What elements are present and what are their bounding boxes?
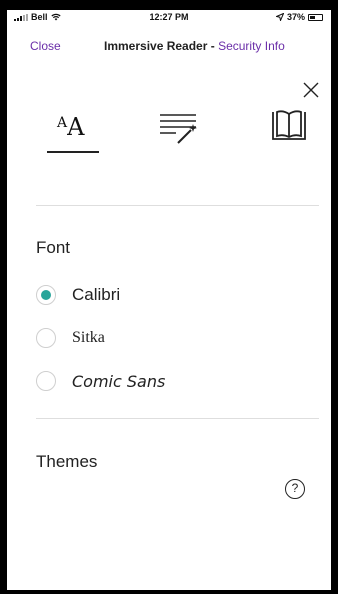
radio-button[interactable] — [36, 328, 56, 348]
status-bar: Bell 12:27 PM 37% — [7, 10, 331, 28]
tab-text-preferences[interactable]: AA — [47, 107, 99, 153]
tab-grammar-options[interactable] — [158, 110, 200, 146]
font-option-label: Sitka — [72, 329, 105, 346]
radio-button-selected[interactable] — [36, 285, 56, 305]
book-icon — [272, 110, 306, 140]
tab-reading-preferences[interactable] — [269, 108, 309, 146]
device-frame: Bell 12:27 PM 37% Close Immersive Reader… — [0, 0, 338, 594]
font-option-calibri[interactable]: Calibri — [36, 282, 120, 308]
font-option-comic-sans[interactable]: Comic Sans — [36, 368, 165, 394]
radio-button[interactable] — [36, 371, 56, 391]
help-icon[interactable]: ? — [285, 479, 305, 499]
tab-selected-indicator — [47, 151, 99, 153]
close-icon[interactable] — [301, 80, 321, 100]
grammar-wand-icon — [160, 114, 197, 144]
location-arrow-icon — [275, 13, 284, 21]
themes-section-title: Themes — [36, 452, 98, 471]
font-option-sitka[interactable]: Sitka — [36, 325, 105, 351]
title-text: Immersive Reader - — [104, 39, 215, 53]
battery-icon — [308, 13, 323, 21]
divider — [36, 418, 319, 419]
close-button[interactable]: Close — [30, 39, 61, 53]
font-section-title: Font — [36, 238, 71, 257]
font-option-label: Calibri — [72, 285, 121, 304]
divider — [36, 205, 319, 206]
title-accent: Security Info — [218, 39, 285, 53]
page-title: Immersive Reader - Security Info — [104, 39, 285, 53]
battery-percent: 37% — [286, 12, 305, 22]
font-option-label: Comic Sans — [72, 371, 166, 391]
status-right: 37% — [275, 12, 323, 22]
text-size-icon: AA — [57, 113, 85, 141]
nav-bar: Close Immersive Reader - Security Info — [7, 36, 331, 58]
app-screen: Bell 12:27 PM 37% Close Immersive Reader… — [7, 10, 331, 590]
